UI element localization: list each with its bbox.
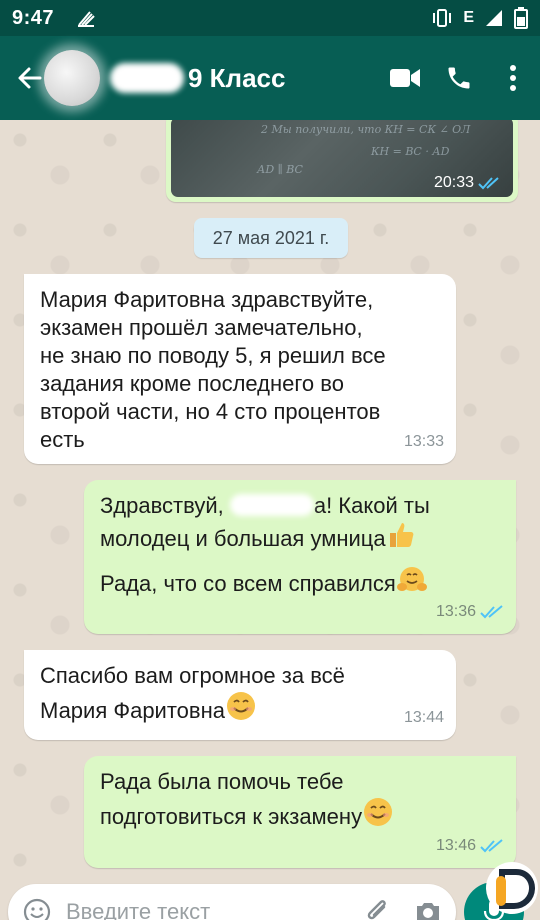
message-meta: 13:44 (404, 704, 444, 732)
message-time: 13:36 (435, 603, 476, 620)
message-outgoing[interactable]: Здравствуй, а! Какой ты молодец и больша… (84, 480, 516, 634)
message-text: Рада была помочь тебе подготовиться к эк… (100, 768, 500, 835)
status-time: 9:47 (12, 6, 55, 29)
status-bar: 9:47 E (0, 0, 540, 36)
more-options-button[interactable] (486, 48, 540, 108)
chat-title: 9 Класс (188, 62, 286, 93)
message-meta: 13:33 (404, 428, 444, 456)
chat-area[interactable]: 2 Мы получили, что КН = СК ∠ ОЛ КН = ВС … (0, 120, 540, 880)
phone-icon (448, 67, 470, 89)
vibrate-icon (433, 9, 452, 27)
back-arrow-icon (18, 67, 42, 89)
message-time: 20:33 (433, 174, 474, 191)
attach-icon[interactable] (364, 897, 392, 920)
message-text: Спасибо вам огромное за всё Мария Фарито… (40, 662, 440, 729)
signal-icon (486, 10, 502, 26)
message-meta: 13:46 (436, 832, 504, 860)
double-check-icon (480, 605, 503, 619)
chat-header: 9 Класс (0, 36, 540, 120)
message-composer[interactable] (8, 884, 456, 920)
thumbs-up-emoji (386, 520, 416, 557)
message-input[interactable] (66, 899, 364, 920)
message-meta: 13:36 (436, 598, 504, 626)
chat-name[interactable]: 9 Класс (110, 63, 285, 94)
redacted-name (110, 63, 184, 93)
network-type: E (463, 9, 474, 26)
video-call-button[interactable] (378, 48, 432, 108)
video-call-icon (390, 69, 420, 87)
image-message[interactable]: 2 Мы получили, что КН = СК ∠ ОЛ КН = ВС … (166, 120, 518, 202)
voice-call-button[interactable] (432, 48, 486, 108)
handwriting-line: АD ∥ BC (257, 163, 303, 176)
message-text: Мария Фаритовна здравствуйте, экзамен пр… (40, 287, 386, 452)
input-bar (0, 880, 540, 920)
battery-icon (514, 7, 528, 29)
notification-icon (78, 11, 95, 27)
message-time: 13:46 (435, 837, 476, 854)
message-incoming[interactable]: Мария Фаритовна здравствуйте, экзамен пр… (24, 274, 456, 464)
message-time: 13:33 (403, 433, 444, 450)
avatar[interactable] (44, 50, 100, 106)
date-divider: 27 мая 2021 г. (194, 218, 348, 258)
hugging-emoji (396, 565, 428, 602)
redacted-name (229, 494, 314, 516)
message-time: 13:44 (403, 709, 444, 726)
message-incoming[interactable]: Спасибо вам огромное за всё Мария Фарито… (24, 650, 456, 740)
smiling-emoji (362, 796, 394, 835)
message-text: Здравствуй, а! Какой ты молодец и больша… (100, 492, 500, 602)
emoji-icon[interactable] (22, 897, 52, 920)
handwriting-line: КН = ВС · АD (371, 145, 450, 158)
handwriting-line: 2 Мы получили, что КН = СК ∠ ОЛ (261, 123, 471, 136)
double-check-icon (480, 839, 503, 853)
smiling-emoji (225, 690, 257, 729)
double-check-icon (478, 177, 499, 190)
message-meta: 20:33 (434, 174, 500, 192)
watermark-logo (486, 862, 538, 914)
more-options-icon (510, 65, 516, 91)
message-outgoing[interactable]: Рада была помочь тебе подготовиться к эк… (84, 756, 516, 868)
camera-icon[interactable] (414, 899, 442, 920)
